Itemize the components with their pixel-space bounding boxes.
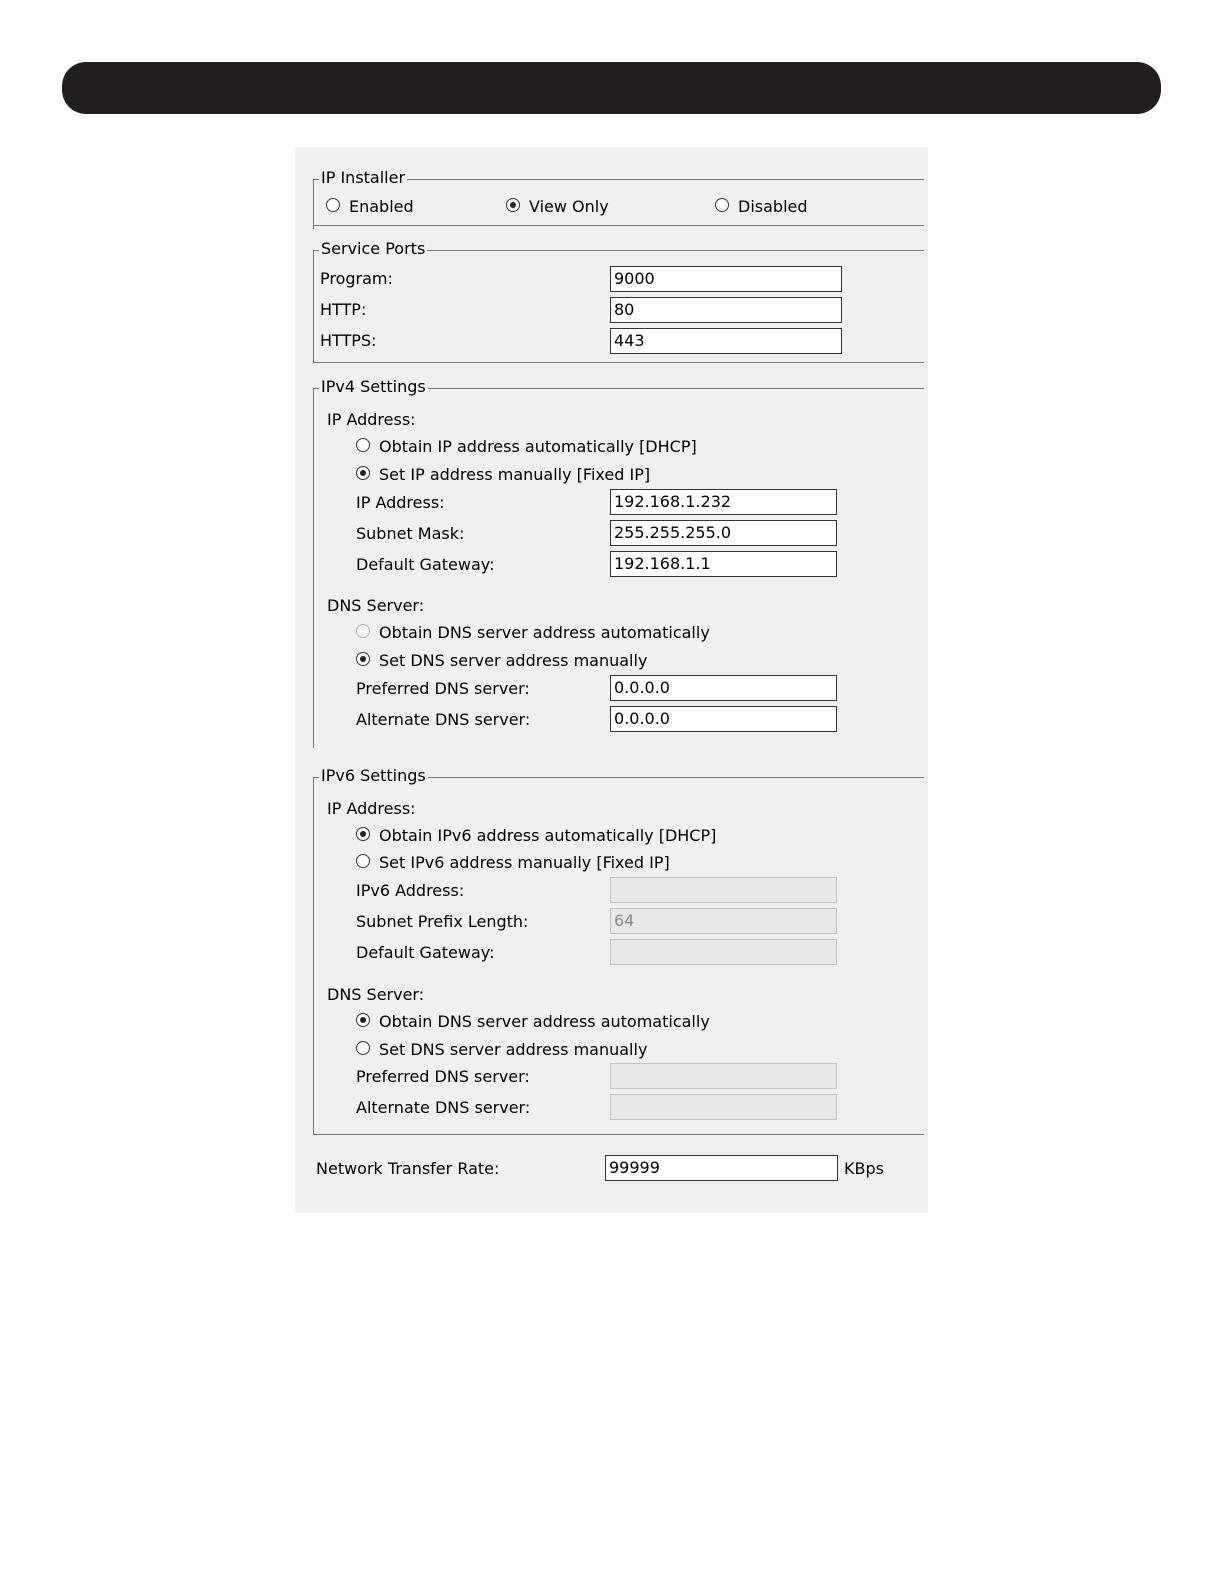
ip-installer-disabled-label[interactable]: Disabled — [738, 197, 808, 217]
transfer-rate-unit: KBps — [844, 1159, 884, 1178]
service-ports-groupbox-left — [313, 250, 314, 362]
ipv4-ip-address-heading: IP Address: — [327, 410, 416, 429]
ipv4-dns-server-heading: DNS Server: — [327, 596, 425, 615]
ipv6-dhcp-label[interactable]: Obtain IPv6 address automatically [DHCP] — [379, 826, 716, 846]
ip-installer-groupbox-bottom — [313, 225, 924, 226]
ipv6-dns-manual-label[interactable]: Set DNS server address manually — [379, 1040, 647, 1060]
ipv4-dhcp-radio[interactable] — [356, 438, 370, 452]
http-port-label: HTTP: — [320, 300, 367, 319]
ipv6-address-label: IPv6 Address: — [356, 881, 465, 900]
ipv4-ip-address-label: IP Address: — [356, 493, 445, 512]
program-port-input[interactable]: 9000 — [610, 266, 842, 292]
ipv6-default-gateway-input[interactable] — [610, 939, 837, 965]
ipv4-preferred-dns-input[interactable]: 0.0.0.0 — [610, 675, 837, 701]
service-ports-legend: Service Ports — [319, 239, 428, 259]
ipv4-subnet-mask-label: Subnet Mask: — [356, 524, 465, 543]
ipv6-dhcp-radio[interactable] — [356, 827, 370, 841]
program-port-label: Program: — [320, 269, 393, 288]
ip-installer-view-only-radio[interactable] — [506, 198, 520, 212]
ipv6-preferred-dns-input[interactable] — [610, 1063, 837, 1089]
ipv4-alternate-dns-label: Alternate DNS server: — [356, 710, 531, 729]
ipv6-address-input[interactable] — [610, 877, 837, 903]
ipv4-dns-manual-radio[interactable] — [356, 652, 370, 666]
network-settings-panel: IP Installer Enabled View Only Disabled … — [295, 147, 928, 1213]
ipv4-preferred-dns-label: Preferred DNS server: — [356, 679, 530, 698]
ipv6-subnet-prefix-label: Subnet Prefix Length: — [356, 912, 529, 931]
ipv6-fixed-ip-radio[interactable] — [356, 854, 370, 868]
https-port-label: HTTPS: — [320, 331, 377, 350]
ipv4-default-gateway-label: Default Gateway: — [356, 555, 495, 574]
https-port-input[interactable]: 443 — [610, 328, 842, 354]
http-port-input[interactable]: 80 — [610, 297, 842, 323]
ipv4-groupbox-left — [313, 388, 314, 748]
ipv6-groupbox-left — [313, 777, 314, 1134]
ipv4-alternate-dns-input[interactable]: 0.0.0.0 — [610, 706, 837, 732]
ipv6-preferred-dns-label: Preferred DNS server: — [356, 1067, 530, 1086]
ipv4-fixed-ip-radio[interactable] — [356, 466, 370, 480]
ipv6-groupbox-bottom — [313, 1134, 924, 1135]
ipv4-dhcp-label[interactable]: Obtain IP address automatically [DHCP] — [379, 437, 697, 457]
ipv4-default-gateway-input[interactable]: 192.168.1.1 — [610, 551, 837, 577]
ipv6-legend: IPv6 Settings — [319, 766, 428, 786]
ipv4-subnet-mask-input[interactable]: 255.255.255.0 — [610, 520, 837, 546]
ipv6-dns-auto-label[interactable]: Obtain DNS server address automatically — [379, 1012, 710, 1032]
ipv6-ip-address-heading: IP Address: — [327, 799, 416, 818]
transfer-rate-label: Network Transfer Rate: — [316, 1159, 500, 1178]
header-bar — [62, 62, 1161, 114]
ipv6-dns-auto-radio[interactable] — [356, 1013, 370, 1027]
ipv4-dns-auto-label[interactable]: Obtain DNS server address automatically — [379, 623, 710, 643]
ip-installer-legend: IP Installer — [319, 168, 408, 188]
service-ports-groupbox-bottom — [313, 362, 924, 363]
ip-installer-enabled-radio[interactable] — [326, 198, 340, 212]
ipv4-legend: IPv4 Settings — [319, 377, 428, 397]
ip-installer-view-only-label[interactable]: View Only — [529, 197, 609, 217]
ip-installer-disabled-radio[interactable] — [715, 198, 729, 212]
ip-installer-groupbox-left — [313, 179, 314, 229]
ipv6-alternate-dns-input[interactable] — [610, 1094, 837, 1120]
transfer-rate-input[interactable]: 99999 — [605, 1155, 838, 1181]
ipv6-dns-manual-radio[interactable] — [356, 1041, 370, 1055]
ipv6-alternate-dns-label: Alternate DNS server: — [356, 1098, 531, 1117]
ipv4-fixed-ip-label[interactable]: Set IP address manually [Fixed IP] — [379, 465, 650, 485]
ipv4-dns-auto-radio[interactable] — [356, 624, 370, 638]
ipv6-subnet-prefix-input[interactable]: 64 — [610, 908, 837, 934]
ipv6-fixed-ip-label[interactable]: Set IPv6 address manually [Fixed IP] — [379, 853, 670, 873]
ipv4-dns-manual-label[interactable]: Set DNS server address manually — [379, 651, 647, 671]
ipv4-ip-address-input[interactable]: 192.168.1.232 — [610, 489, 837, 515]
ipv6-default-gateway-label: Default Gateway: — [356, 943, 495, 962]
ip-installer-enabled-label[interactable]: Enabled — [349, 197, 414, 217]
ipv6-dns-server-heading: DNS Server: — [327, 985, 425, 1004]
